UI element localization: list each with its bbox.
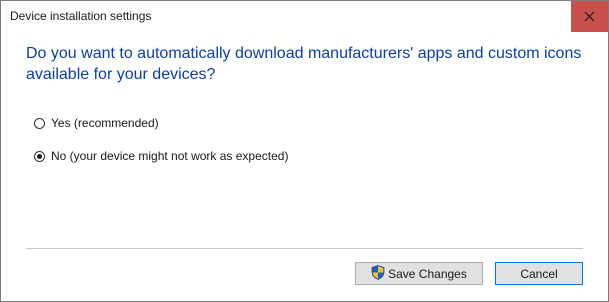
close-button[interactable]	[571, 1, 608, 32]
title-bar[interactable]: Device installation settings	[1, 1, 608, 32]
dialog-window: Device installation settings Do you want…	[0, 0, 609, 302]
window-title: Device installation settings	[10, 9, 152, 23]
option-no[interactable]: No (your device might not work as expect…	[34, 148, 288, 164]
option-yes-label: Yes (recommended)	[51, 116, 159, 130]
dialog-question: Do you want to automatically download ma…	[26, 45, 582, 83]
save-changes-label: Save Changes	[388, 266, 467, 281]
radio-yes[interactable]	[34, 117, 45, 129]
option-yes[interactable]: Yes (recommended)	[34, 115, 159, 131]
footer-separator	[26, 248, 583, 249]
uac-shield-icon	[371, 264, 385, 283]
option-no-label: No (your device might not work as expect…	[51, 149, 289, 163]
cancel-button[interactable]: Cancel	[495, 262, 583, 285]
save-changes-button[interactable]: Save Changes	[355, 262, 483, 285]
close-icon	[584, 11, 595, 22]
cancel-label: Cancel	[520, 266, 558, 281]
radio-no[interactable]	[34, 150, 45, 162]
